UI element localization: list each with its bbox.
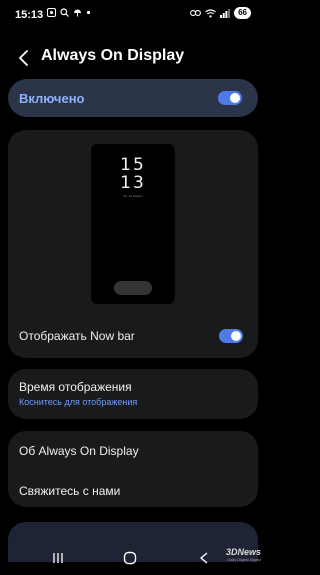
contact-us-item[interactable]: Свяжитесь с нами xyxy=(19,484,120,498)
nav-back-icon[interactable] xyxy=(198,551,210,565)
preview-clock-hour: 15 xyxy=(120,155,146,175)
link-icon xyxy=(190,10,202,16)
display-time-title: Время отображения xyxy=(19,380,132,394)
battery-badge: 66 xyxy=(234,7,251,19)
back-arrow-icon[interactable] xyxy=(14,48,34,68)
preview-date: Пн, 16 апреля xyxy=(123,194,143,198)
main-toggle-row[interactable]: Включено xyxy=(8,79,258,117)
recents-icon[interactable] xyxy=(51,551,65,565)
display-time-subtitle: Коснитесь для отображения xyxy=(19,397,138,407)
now-bar-toggle-switch[interactable] xyxy=(219,329,243,343)
preview-clock-minute: 13 xyxy=(120,173,146,193)
status-right-icons: 66 xyxy=(190,7,251,19)
header: Always On Display xyxy=(0,42,265,72)
preview-card: 15 13 Пн, 16 апреля Отображать Now bar xyxy=(8,130,258,358)
wifi-icon xyxy=(205,8,216,17)
status-left-icons xyxy=(47,8,91,17)
page-title: Always On Display xyxy=(41,47,185,64)
home-icon[interactable] xyxy=(123,551,137,565)
watermark-tagline: Daily Digital Digest xyxy=(227,557,261,562)
search-icon xyxy=(60,8,69,17)
main-toggle-label: Включено xyxy=(19,91,85,106)
status-time: 15:13 xyxy=(15,9,44,21)
status-bar: 15:13 66 xyxy=(0,0,265,30)
now-bar-label[interactable]: Отображать Now bar xyxy=(19,329,135,343)
main-toggle-switch[interactable] xyxy=(218,91,242,105)
weather-icon xyxy=(74,9,81,17)
now-bar-pill xyxy=(114,281,152,295)
signal-icon xyxy=(220,8,231,18)
watermark: 3DNews Daily Digital Digest xyxy=(226,548,261,564)
about-aod-item[interactable]: Об Always On Display xyxy=(19,444,139,458)
notification-dot-icon xyxy=(86,10,91,15)
display-time-row[interactable]: Время отображения Коснитесь для отображе… xyxy=(8,369,258,419)
aod-preview[interactable]: 15 13 Пн, 16 апреля xyxy=(91,144,175,304)
info-card: Об Always On Display Свяжитесь с нами xyxy=(8,431,258,507)
screenshot-icon xyxy=(47,8,56,17)
watermark-logo: 3DNews xyxy=(225,547,261,557)
